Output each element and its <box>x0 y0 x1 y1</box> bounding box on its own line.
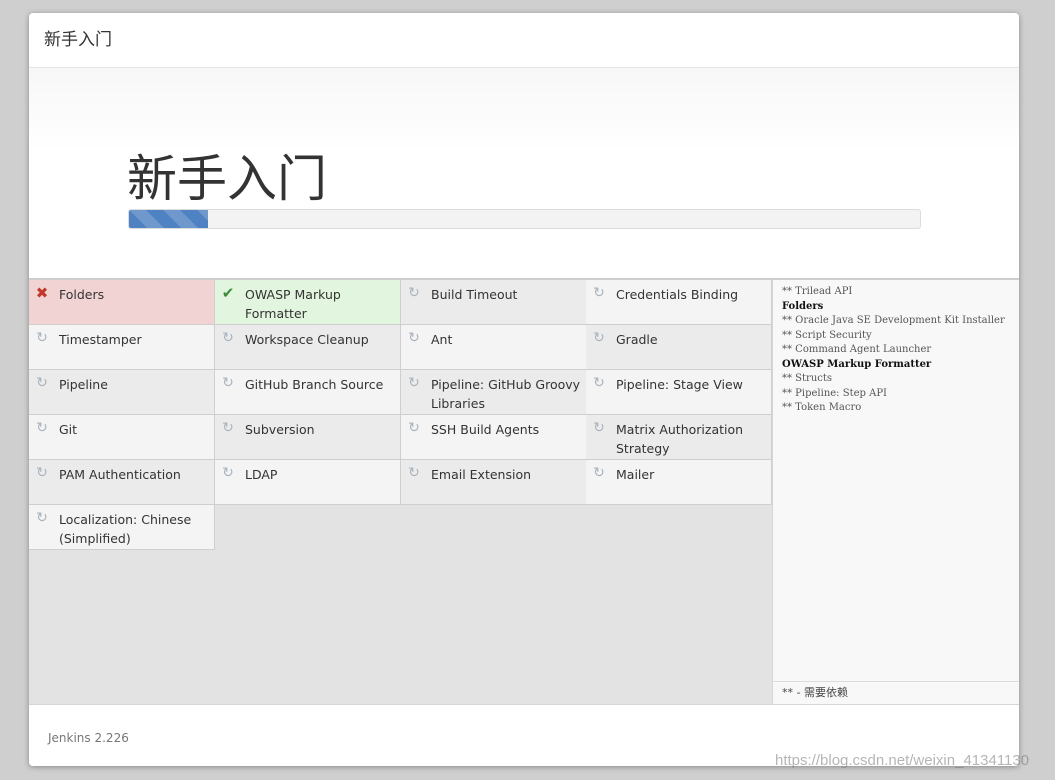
plugin-item: ↻ Git <box>29 415 215 460</box>
refresh-icon: ↻ <box>593 375 605 391</box>
plugin-name: Email Extension <box>431 467 532 482</box>
log-line: ** Token Macro <box>782 402 862 413</box>
plugin-item: ↻ Subversion <box>215 415 401 460</box>
plugin-name: OWASP Markup Formatter <box>245 287 341 321</box>
refresh-icon: ↻ <box>408 420 420 436</box>
refresh-icon: ↻ <box>222 375 234 391</box>
plugin-item: ↻ LDAP <box>215 460 401 505</box>
plugin-item: ↻ Mailer <box>586 460 772 505</box>
plugin-name: Mailer <box>616 467 655 482</box>
refresh-icon: ↻ <box>36 465 48 481</box>
log-line: ** Structs <box>782 373 833 384</box>
log-line: ** Script Security <box>782 329 872 341</box>
plugin-name: Workspace Cleanup <box>245 332 369 347</box>
install-log: ** Trilead API Folders ** Oracle Java SE D… <box>782 285 1012 416</box>
refresh-icon: ↻ <box>222 330 234 346</box>
plugin-name: Matrix Authorization Strategy <box>616 422 744 456</box>
refresh-icon: ↻ <box>222 420 234 436</box>
install-log-panel[interactable]: ** Trilead API Folders ** Oracle Java SE D… <box>772 280 1019 704</box>
plugin-item: ↻ Build Timeout <box>401 280 587 325</box>
plugin-item: ✖ Folders <box>29 280 215 325</box>
plugin-item: ↻ SSH Build Agents <box>401 415 587 460</box>
refresh-icon: ↻ <box>408 285 420 301</box>
x-icon: ✖ <box>35 284 49 302</box>
page-title: 新手入门 <box>127 150 327 208</box>
plugin-item: ↻ PAM Authentication <box>29 460 215 505</box>
plugin-name: Folders <box>59 287 105 302</box>
plugin-item: ↻ GitHub Branch Source <box>215 370 401 415</box>
plugin-name: Build Timeout <box>431 287 518 302</box>
refresh-icon: ↻ <box>593 330 605 346</box>
plugin-item: ↻ Pipeline: GitHub Groovy Libraries <box>401 370 587 415</box>
log-line: Folders <box>782 300 824 312</box>
check-icon: ✔ <box>221 284 235 302</box>
plugin-name: Subversion <box>245 422 315 437</box>
plugin-item: ↻ Pipeline <box>29 370 215 415</box>
jenkins-version: Jenkins 2.226 <box>48 731 129 745</box>
refresh-icon: ↻ <box>593 420 605 436</box>
plugin-list: ✖ Folders ✔ OWASP Markup Formatter ↻ Build Ti… <box>29 280 772 704</box>
plugin-name: LDAP <box>245 467 278 482</box>
plugin-name: Ant <box>431 332 453 347</box>
install-progress-bar <box>128 209 921 229</box>
refresh-icon: ↻ <box>36 375 48 391</box>
plugin-item: ✔ OWASP Markup Formatter <box>215 280 401 325</box>
refresh-icon: ↻ <box>36 420 48 436</box>
plugin-name: Localization: Chinese (Simplified) <box>59 512 192 546</box>
plugin-name: Credentials Binding <box>616 287 739 302</box>
dialog-header: 新手入门 <box>29 13 1019 68</box>
plugin-name: SSH Build Agents <box>431 422 540 437</box>
refresh-icon: ↻ <box>408 465 420 481</box>
plugin-item: ↻ Matrix Authorization Strategy <box>586 415 772 460</box>
log-line: OWASP Markup Formatter <box>782 358 932 370</box>
plugin-item: ↻ Gradle <box>586 325 772 370</box>
log-line: ** Pipeline: Step API <box>782 387 887 399</box>
refresh-icon: ↻ <box>408 330 420 346</box>
plugin-name: Pipeline <box>59 377 108 392</box>
jumbotron: 新手入门 <box>29 68 1019 280</box>
plugin-item: ↻ Pipeline: Stage View <box>586 370 772 415</box>
log-line: ** Command Agent Launcher <box>782 344 932 355</box>
plugin-name: Pipeline: Stage View <box>616 377 743 392</box>
refresh-icon: ↻ <box>408 375 420 391</box>
refresh-icon: ↻ <box>593 285 605 301</box>
plugin-item: ↻ Timestamper <box>29 325 215 370</box>
log-line: ** Trilead API <box>782 286 853 297</box>
plugin-item: ↻ Email Extension <box>401 460 587 505</box>
refresh-icon: ↻ <box>36 330 48 346</box>
install-progress-fill <box>129 210 209 228</box>
plugin-item: ↻ Ant <box>401 325 587 370</box>
plugin-name: PAM Authentication <box>59 467 181 482</box>
plugin-name: GitHub Branch Source <box>245 377 384 392</box>
plugin-item: ↻ Localization: Chinese (Simplified) <box>29 505 215 550</box>
dependency-legend: ** - 需要依赖 <box>773 681 1019 703</box>
plugin-name: Pipeline: GitHub Groovy Libraries <box>431 377 581 411</box>
refresh-icon: ↻ <box>593 465 605 481</box>
log-line: ** Oracle Java SE Development Kit Instal… <box>782 315 1005 326</box>
plugin-item: ↻ Credentials Binding <box>586 280 772 325</box>
plugin-item: ↻ Workspace Cleanup <box>215 325 401 370</box>
setup-wizard-dialog: 新手入门 新手入门 ✖ Folders ✔ OWASP Markup Formatte… <box>29 13 1019 766</box>
watermark-text: https://blog.csdn.net/weixin_41341130 <box>775 752 1030 769</box>
refresh-icon: ↻ <box>222 465 234 481</box>
plugin-name: Gradle <box>616 332 658 347</box>
plugin-name: Timestamper <box>59 332 142 347</box>
refresh-icon: ↻ <box>36 510 48 526</box>
dialog-title: 新手入门 <box>44 30 112 50</box>
plugin-name: Git <box>59 422 78 437</box>
